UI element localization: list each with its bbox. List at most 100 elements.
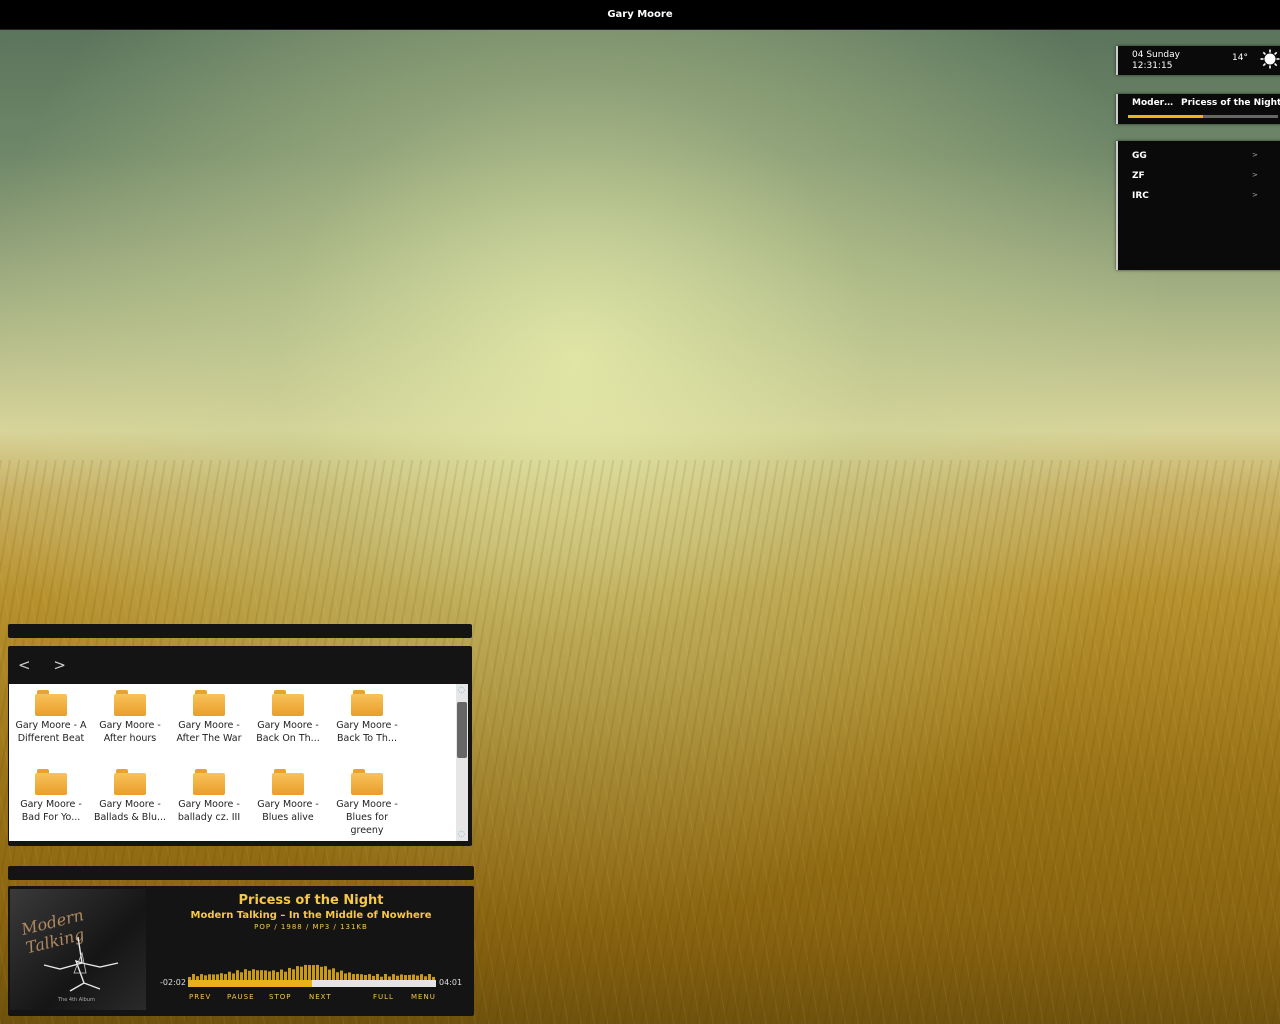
equalizer-bar <box>308 965 311 980</box>
equalizer-bar <box>260 970 263 980</box>
equalizer-bar <box>304 964 307 980</box>
player-header-bar <box>8 866 474 880</box>
folder-icon <box>114 690 146 716</box>
equalizer-bar <box>244 969 247 980</box>
equalizer-bar <box>320 966 323 980</box>
chat-item-irc[interactable]: IRC > <box>1132 191 1262 205</box>
seek-bar[interactable] <box>188 980 436 987</box>
cover-artwork <box>43 936 119 992</box>
clock-date: 04 Sunday <box>1132 50 1180 60</box>
album-cover: Modern Talking The 4th Album <box>10 889 146 1010</box>
prev-button[interactable]: PREV <box>189 993 211 1001</box>
equalizer-bar <box>276 972 279 980</box>
folder-label: Gary Moore - After The War <box>176 720 242 744</box>
equalizer-bar <box>292 969 295 980</box>
folder-item[interactable]: Gary Moore - A Different Beat <box>13 684 89 748</box>
window-title: Gary Moore <box>607 9 673 20</box>
folder-label: Gary Moore - ballady cz. III <box>177 799 241 823</box>
equalizer-bar <box>324 966 327 980</box>
chat-item-gg[interactable]: GG > <box>1132 151 1262 165</box>
next-button[interactable]: NEXT <box>309 993 332 1001</box>
folder-icon <box>272 690 304 716</box>
vertical-scrollbar[interactable]: ◌ ◌ <box>456 684 468 841</box>
folder-item[interactable]: Gary Moore - Back To Th... <box>329 684 405 748</box>
menu-button[interactable]: MENU <box>411 993 436 1001</box>
equalizer-visualizer <box>188 964 435 980</box>
scroll-down-icon[interactable]: ◌ <box>458 830 466 838</box>
folder-icon <box>351 769 383 795</box>
equalizer-bar <box>312 965 315 980</box>
folder-icon <box>35 690 67 716</box>
clock-widget: 04 Sunday 12:31:15 14° <box>1116 46 1280 75</box>
now-playing-artist: Moder… <box>1132 98 1174 108</box>
cover-subtitle: The 4th Album <box>58 997 95 1003</box>
equalizer-bar <box>316 964 319 980</box>
equalizer-bar <box>272 970 275 980</box>
folder-icon <box>35 769 67 795</box>
clock-time: 12:31:15 <box>1132 61 1173 71</box>
seek-bar-fill <box>188 980 312 987</box>
equalizer-bar <box>256 970 259 980</box>
back-button[interactable]: < <box>18 656 31 674</box>
now-playing-widget[interactable]: Moder… Pricess of the Night <box>1116 94 1280 124</box>
forward-button[interactable]: > <box>53 656 66 674</box>
folder-pane: Gary Moore - A Different Beat Gary Moore … <box>9 684 468 841</box>
folder-label: Gary Moore - Blues for greeny <box>336 799 398 836</box>
folder-item[interactable]: Gary Moore - After hours <box>92 684 168 748</box>
folder-label: Gary Moore - Back On Th... <box>256 720 320 744</box>
equalizer-bar <box>248 970 251 980</box>
equalizer-bar <box>348 972 351 980</box>
scrollbar-thumb[interactable] <box>457 702 467 758</box>
now-playing-progress[interactable] <box>1128 115 1278 118</box>
equalizer-bar <box>220 973 223 980</box>
equalizer-bar <box>236 970 239 980</box>
folder-label: Gary Moore - Ballads & Blu... <box>93 799 167 823</box>
folder-icon <box>193 690 225 716</box>
file-manager-nav: < > <box>18 656 84 674</box>
folder-label: Gary Moore - Back To Th... <box>336 720 398 744</box>
pause-button[interactable]: PAUSE <box>227 993 255 1001</box>
folder-icon <box>114 769 146 795</box>
track-meta: POP / 1988 / MP3 / 131KB <box>254 923 368 931</box>
folder-icon <box>351 690 383 716</box>
folder-label: Gary Moore - Blues alive <box>257 799 319 823</box>
total-time: 04:01 <box>439 978 463 987</box>
equalizer-bar <box>300 966 303 980</box>
chat-item-label: IRC <box>1132 191 1149 201</box>
chat-item-label: ZF <box>1132 171 1145 181</box>
scroll-up-icon[interactable]: ◌ <box>458 686 466 694</box>
folder-item[interactable]: Gary Moore - Ballads & Blu... <box>92 763 168 827</box>
sun-icon <box>1260 49 1280 69</box>
folder-icon <box>272 769 304 795</box>
equalizer-bar <box>264 970 267 980</box>
equalizer-bar <box>340 970 343 980</box>
window-title-bar: Gary Moore <box>0 0 1280 30</box>
full-button[interactable]: FULL <box>373 993 394 1001</box>
elapsed-time: -02:02 <box>160 978 186 987</box>
file-manager: < > Gary Moore - A Different Beat Gary Mo… <box>8 646 472 846</box>
chat-item-label: GG <box>1132 151 1147 161</box>
folder-icon <box>193 769 225 795</box>
folder-item[interactable]: Gary Moore - Back On Th... <box>250 684 326 748</box>
folder-label: Gary Moore - Bad For Yo... <box>20 799 82 823</box>
chevron-right-icon: > <box>1252 191 1258 199</box>
stop-button[interactable]: STOP <box>269 993 291 1001</box>
folder-item[interactable]: Gary Moore - ballady cz. III <box>171 763 247 827</box>
equalizer-bar <box>336 972 339 980</box>
folder-item[interactable]: Gary Moore - Blues for greeny <box>329 763 405 836</box>
equalizer-bar <box>252 969 255 980</box>
equalizer-bar <box>268 971 271 980</box>
track-artist-album: Modern Talking – In the Middle of Nowher… <box>190 910 432 921</box>
chevron-right-icon: > <box>1252 151 1258 159</box>
equalizer-bar <box>240 972 243 980</box>
chat-item-zf[interactable]: ZF > <box>1132 171 1262 185</box>
now-playing-progress-fill <box>1128 115 1203 118</box>
equalizer-bar <box>228 971 231 980</box>
equalizer-bar <box>284 971 287 980</box>
equalizer-bar <box>296 966 299 980</box>
folder-item[interactable]: Gary Moore - Blues alive <box>250 763 326 827</box>
folder-item[interactable]: Gary Moore - Bad For Yo... <box>13 763 89 827</box>
now-playing-title: Pricess of the Night <box>1181 98 1280 108</box>
folder-item[interactable]: Gary Moore - After The War <box>171 684 247 748</box>
equalizer-bar <box>328 969 331 980</box>
